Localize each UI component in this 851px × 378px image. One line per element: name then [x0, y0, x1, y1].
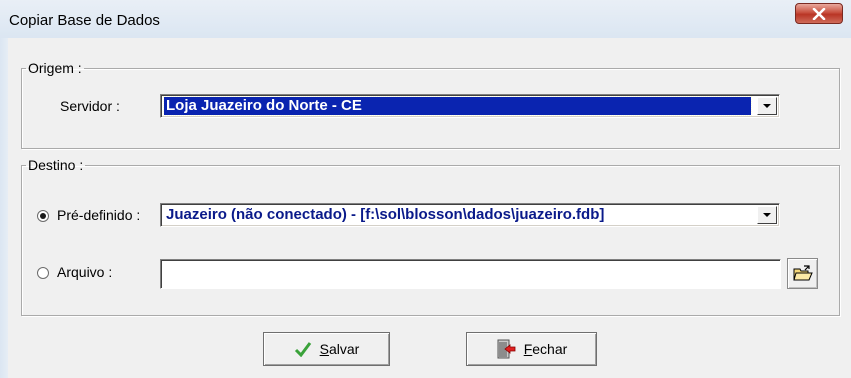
fechar-label: Fechar — [523, 341, 568, 357]
fechar-button[interactable]: Fechar — [466, 332, 597, 366]
window-title: Copiar Base de Dados — [9, 12, 160, 29]
arquivo-label[interactable]: Arquivo : — [57, 264, 112, 280]
radio-selected-dot — [40, 213, 46, 219]
open-folder-icon — [792, 264, 813, 280]
predefinido-label[interactable]: Pré-definido : — [57, 207, 140, 223]
servidor-dropdown[interactable]: Loja Juazeiro do Norte - CE — [160, 94, 780, 118]
close-button[interactable] — [795, 3, 843, 24]
servidor-dropdown-button[interactable] — [757, 97, 777, 115]
chevron-down-icon — [763, 104, 771, 108]
browse-folder-button[interactable] — [787, 258, 818, 289]
arquivo-input[interactable] — [160, 259, 781, 289]
salvar-button[interactable]: Salvar — [263, 332, 390, 366]
servidor-value: Loja Juazeiro do Norte - CE — [163, 96, 752, 116]
exit-door-icon — [496, 339, 516, 359]
predefinido-dropdown-button[interactable] — [757, 206, 777, 224]
origem-legend: Origem : — [28, 60, 82, 76]
predefinido-dropdown[interactable]: Juazeiro (não conectado) - [f:\sol\bloss… — [160, 203, 780, 227]
checkmark-icon — [294, 341, 312, 357]
arquivo-radio[interactable] — [37, 267, 49, 279]
predefinido-value: Juazeiro (não conectado) - [f:\sol\bloss… — [166, 206, 605, 223]
chevron-down-icon — [763, 213, 771, 217]
title-bar: Copiar Base de Dados — [0, 0, 851, 38]
close-icon — [812, 7, 826, 20]
predefinido-radio[interactable] — [37, 210, 49, 222]
salvar-label: Salvar — [319, 341, 360, 357]
destino-group: Destino : — [21, 157, 840, 316]
servidor-label: Servidor : — [60, 98, 120, 114]
destino-legend: Destino : — [28, 157, 84, 173]
window-frame-edge — [0, 38, 8, 378]
